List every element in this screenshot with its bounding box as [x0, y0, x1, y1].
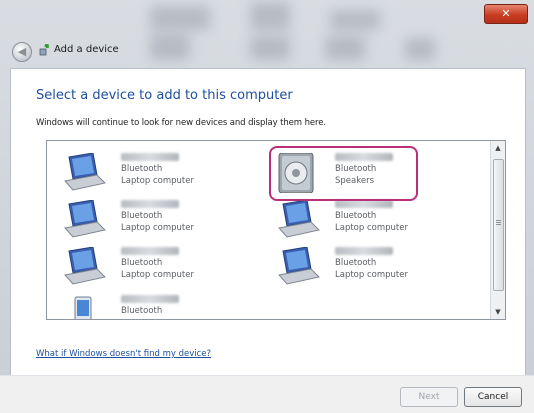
device-type: Bluetooth: [121, 164, 163, 174]
device-name-redacted: [335, 200, 393, 208]
device-category: Laptop computer: [121, 223, 194, 233]
device-item[interactable]: Bluetooth Laptop computer: [63, 151, 263, 197]
scroll-up-icon[interactable]: ▲: [491, 141, 505, 155]
next-button[interactable]: Next: [400, 387, 458, 407]
laptop-icon: [64, 153, 107, 191]
device-type: Bluetooth: [335, 211, 377, 221]
laptop-icon: [64, 247, 107, 285]
device-item[interactable]: Bluetooth Laptop computer: [63, 198, 263, 244]
background-blur: [325, 36, 365, 60]
back-button[interactable]: ◀: [12, 42, 32, 62]
device-category: Laptop computer: [121, 270, 194, 280]
laptop-icon: [278, 247, 321, 285]
back-arrow-icon: ◀: [17, 45, 27, 58]
background-blur: [250, 36, 290, 60]
device-type: Bluetooth: [335, 258, 377, 268]
add-device-icon: [39, 44, 49, 56]
device-name-redacted: [335, 247, 393, 255]
selection-highlight: [269, 146, 418, 201]
vertical-scrollbar[interactable]: ▲ ▼: [490, 141, 505, 319]
device-category: Laptop computer: [335, 270, 408, 280]
device-name-redacted: [121, 295, 179, 303]
laptop-icon: [64, 200, 107, 238]
device-type: Bluetooth: [121, 211, 163, 221]
grip-icon: [496, 220, 501, 226]
instruction-text: Windows will continue to look for new de…: [36, 118, 326, 128]
window-title: Add a device: [54, 44, 119, 55]
device-category: Laptop computer: [335, 223, 408, 233]
scroll-down-icon[interactable]: ▼: [491, 305, 505, 319]
background-blur: [250, 2, 290, 30]
background-blur: [405, 38, 435, 60]
laptop-icon: [278, 200, 321, 238]
background-blur: [150, 34, 190, 60]
device-name-redacted: [121, 153, 179, 161]
device-item[interactable]: Bluetooth Laptop computer: [63, 245, 263, 291]
device-item[interactable]: Bluetooth Laptop computer: [277, 198, 477, 244]
device-type: Bluetooth: [121, 258, 163, 268]
add-device-window: ✕ ◀ Add a device Select a device to add …: [0, 0, 534, 413]
page-heading: Select a device to add to this computer: [36, 88, 293, 103]
device-name-redacted: [121, 247, 179, 255]
device-item[interactable]: Bluetooth Laptop computer: [277, 245, 477, 291]
phone-icon: [74, 296, 92, 319]
scroll-thumb[interactable]: [493, 159, 504, 291]
background-blur: [330, 10, 380, 30]
device-type: Bluetooth: [121, 306, 163, 316]
help-link[interactable]: What if Windows doesn't find my device?: [36, 349, 211, 359]
device-item[interactable]: Bluetooth: [63, 293, 263, 319]
cancel-button[interactable]: Cancel: [464, 387, 522, 407]
device-category: Laptop computer: [121, 176, 194, 186]
background-blur: [150, 6, 210, 30]
device-name-redacted: [121, 200, 179, 208]
close-button[interactable]: ✕: [484, 4, 528, 24]
close-icon: ✕: [501, 7, 511, 20]
